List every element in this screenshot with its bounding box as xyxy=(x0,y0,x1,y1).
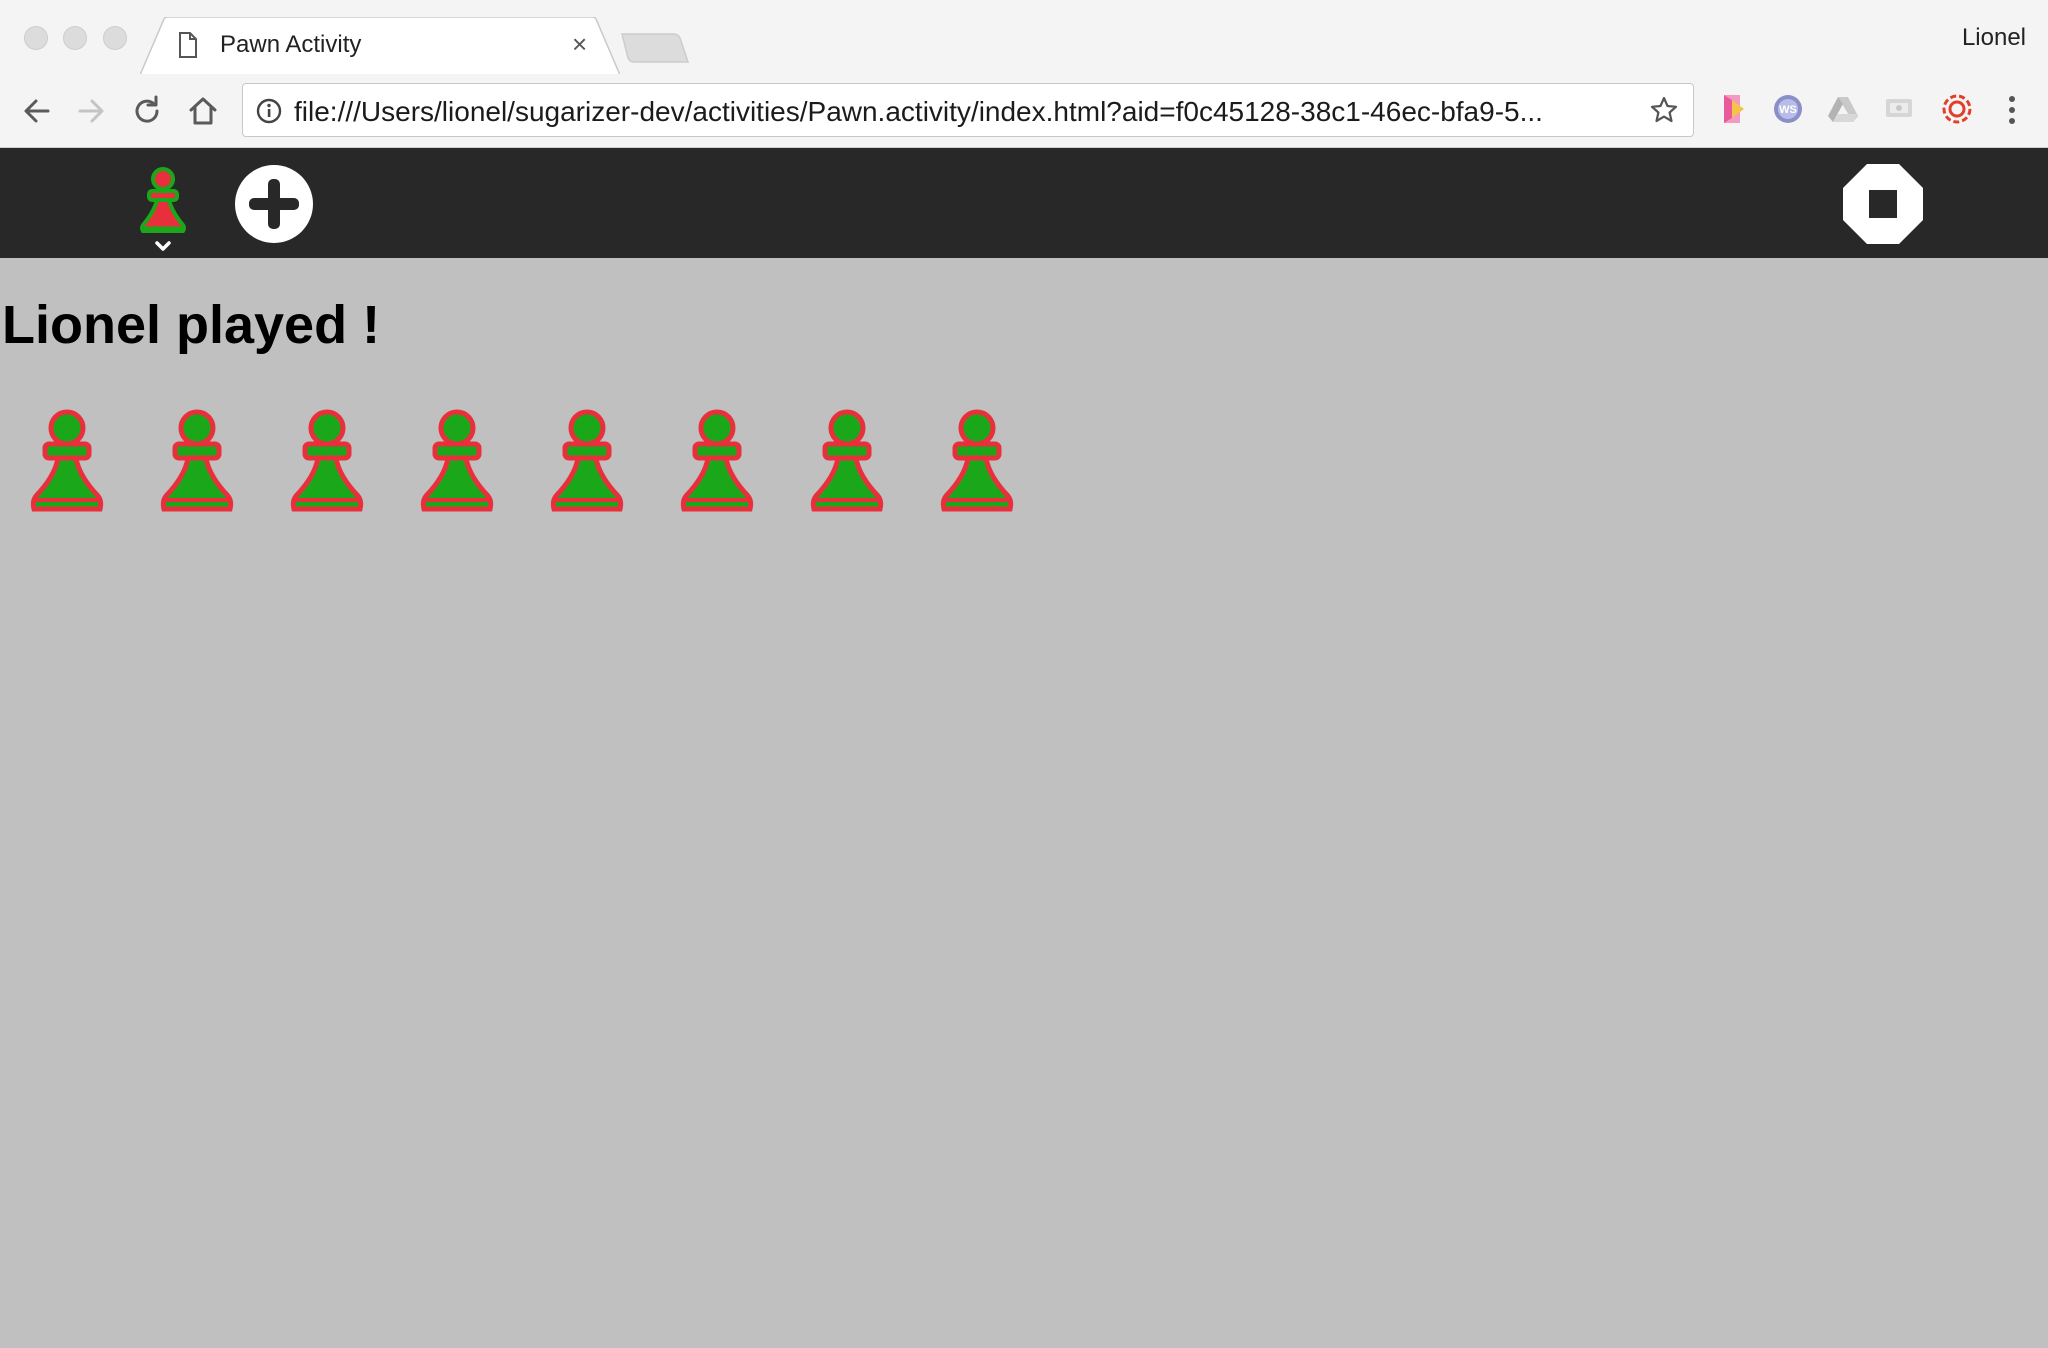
pawn-icon xyxy=(30,409,104,512)
pawn-icon xyxy=(810,409,884,512)
new-tab-button[interactable] xyxy=(620,32,690,64)
extension-1-icon[interactable] xyxy=(1716,92,1750,126)
pawn-icon xyxy=(550,409,624,512)
activity-canvas: Lionel played ! xyxy=(0,258,2048,1348)
document-icon xyxy=(179,32,197,58)
activity-toolbar xyxy=(0,148,2048,258)
pawn-icon xyxy=(160,409,234,512)
browser-titlebar: Pawn Activity × Lionel xyxy=(0,0,2048,75)
address-bar[interactable]: file:///Users/lionel/sugarizer-dev/activ… xyxy=(242,83,1694,137)
pawn-list xyxy=(28,408,1016,518)
pawn-icon xyxy=(420,409,494,512)
pawn-icon xyxy=(290,409,364,512)
pawn-icon xyxy=(940,409,1014,512)
back-arrow-icon[interactable] xyxy=(18,92,56,130)
url-text[interactable]: file:///Users/lionel/sugarizer-dev/activ… xyxy=(294,96,1654,128)
browser-toolbar: file:///Users/lionel/sugarizer-dev/activ… xyxy=(0,74,2048,148)
google-drive-icon[interactable] xyxy=(1826,92,1860,126)
reload-icon[interactable] xyxy=(128,92,166,130)
window-minimize-button[interactable] xyxy=(63,26,87,50)
add-button[interactable] xyxy=(234,164,314,244)
tab-close-icon[interactable]: × xyxy=(572,31,587,57)
forward-arrow-icon[interactable] xyxy=(72,92,110,130)
activity-pawn-icon[interactable] xyxy=(130,164,198,254)
info-icon[interactable] xyxy=(255,97,283,125)
browser-menu-icon[interactable] xyxy=(2000,92,2024,128)
svg-text:WS: WS xyxy=(1779,104,1797,116)
tab-title: Pawn Activity xyxy=(220,31,362,58)
tab-shape xyxy=(140,17,620,75)
profile-name[interactable]: Lionel xyxy=(1962,24,2026,52)
cast-icon[interactable] xyxy=(1883,92,1917,126)
stop-button[interactable] xyxy=(1843,164,1923,244)
status-message: Lionel played ! xyxy=(2,295,381,355)
bookmark-star-icon[interactable] xyxy=(1649,95,1679,125)
extension-ws-icon[interactable]: WS xyxy=(1771,92,1805,126)
extension-spiral-icon[interactable] xyxy=(1940,92,1974,126)
browser-tab[interactable]: Pawn Activity × xyxy=(140,17,620,75)
window-close-button[interactable] xyxy=(24,26,48,50)
home-icon[interactable] xyxy=(184,92,222,130)
window-zoom-button[interactable] xyxy=(103,26,127,50)
pawn-icon xyxy=(680,409,754,512)
